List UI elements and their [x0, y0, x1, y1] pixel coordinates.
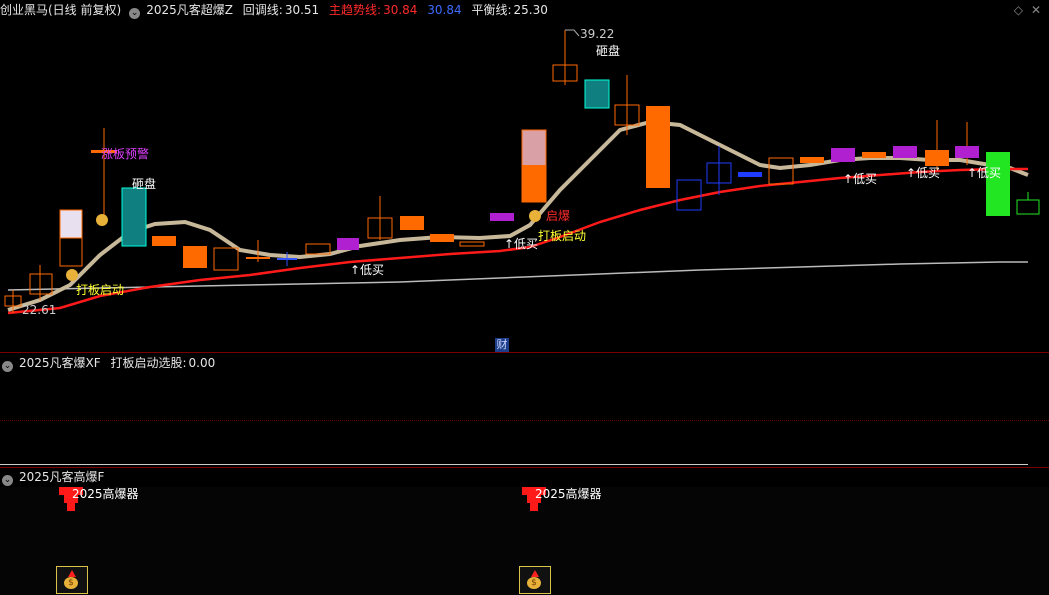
pane2-header: ⌄ 2025凡客爆XF 打板启动选股: 0.00 — [0, 353, 1049, 373]
warning-label: 涨板预警 — [101, 147, 150, 161]
buy-low-label-1: ↑低买 — [350, 263, 385, 277]
explode-label: 启爆 — [546, 209, 571, 223]
pane3-header: ⌄ 2025凡客高爆F — [0, 467, 1049, 487]
hand-icon — [96, 214, 108, 226]
money-icon — [529, 210, 541, 222]
launch-label-2: 打板启动 — [538, 229, 587, 243]
indicator-toggle-icon[interactable]: ⌄ — [2, 475, 13, 486]
pane2-dotted-line — [0, 420, 1049, 421]
high-marker-line — [565, 29, 580, 37]
signal-label-2: 2025高爆器 — [535, 487, 602, 501]
finance-icon[interactable]: 财 — [495, 338, 509, 352]
buy-low-label-5: ↑低买 — [967, 166, 1002, 180]
indicator-toggle-icon[interactable]: ⌄ — [2, 361, 13, 372]
pullback-line — [7, 119, 1029, 312]
pane2-field-value: 0.00 — [188, 356, 216, 370]
smash-label-2: 砸盘 — [596, 44, 621, 58]
smash-label-1: 砸盘 — [132, 177, 157, 191]
buy-low-label-4: ↑低买 — [906, 166, 941, 180]
low-price-label: 22.61 — [22, 303, 57, 317]
money-icon — [66, 269, 78, 281]
buy-low-label-2: ↑低买 — [504, 237, 539, 251]
pane2-field-label: 打板启动选股: — [110, 356, 187, 370]
main-price-chart[interactable] — [0, 0, 1049, 352]
pane3-indicator-name[interactable]: 2025凡客高爆F — [19, 470, 104, 484]
high-price-label: 39.22 — [580, 27, 615, 41]
signal-label-1: 2025高爆器 — [72, 487, 139, 501]
pane2-indicator-name[interactable]: 2025凡客爆XF — [19, 356, 101, 370]
launch-label-1: 打板启动 — [76, 283, 125, 297]
pane2-baseline — [0, 464, 1028, 465]
candles — [4, 30, 1040, 313]
money-bag-icon: $ — [519, 566, 551, 594]
buy-low-label-3: ↑低买 — [843, 172, 878, 186]
money-bag-icon: $ — [56, 566, 88, 594]
